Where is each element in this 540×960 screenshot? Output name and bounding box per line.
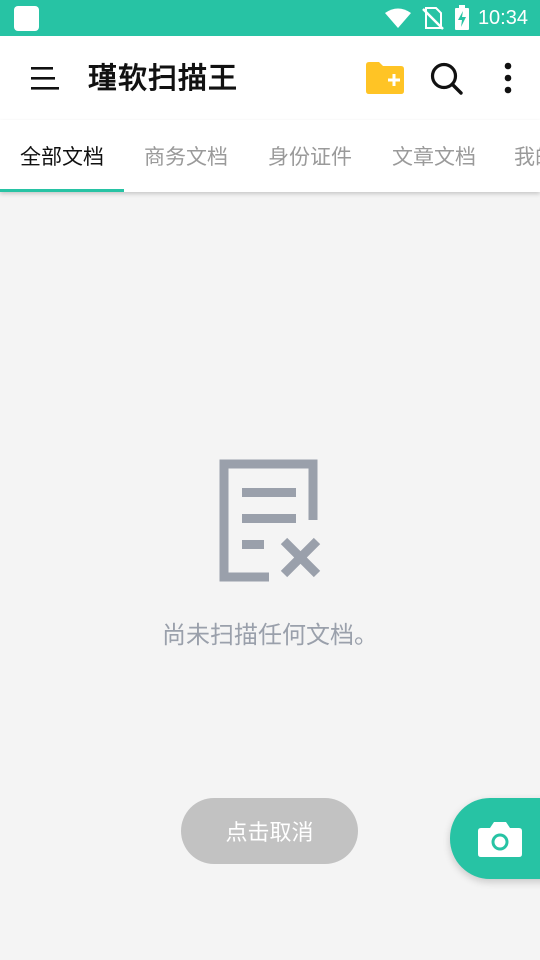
empty-state-message: 尚未扫描任何文档。 <box>162 621 378 649</box>
wifi-icon <box>384 8 411 28</box>
tab-business-documents[interactable]: 商务文档 <box>124 120 248 192</box>
search-icon <box>430 62 463 95</box>
app-screen: 10:34 瑾软扫描王 全部文档 商务文档 身份证件 文章文档 我 尚未扫描任何… <box>0 0 540 960</box>
empty-document-icon <box>219 459 321 582</box>
tab-id-documents[interactable]: 身份证件 <box>248 120 372 192</box>
no-sim-icon <box>422 7 444 30</box>
camera-scan-button[interactable] <box>450 798 540 879</box>
status-icons: 10:34 <box>384 0 528 36</box>
new-folder-button[interactable] <box>363 58 407 98</box>
more-vert-icon <box>504 62 512 94</box>
cancel-button[interactable]: 点击取消 <box>181 798 358 864</box>
app-title: 瑾软扫描王 <box>88 61 239 95</box>
tab-all-documents[interactable]: 全部文档 <box>0 120 124 192</box>
more-options-button[interactable] <box>488 58 528 98</box>
menu-button[interactable] <box>28 60 64 96</box>
search-button[interactable] <box>424 58 468 98</box>
new-folder-icon <box>366 62 404 94</box>
camera-icon <box>478 822 522 857</box>
status-time: 10:34 <box>477 6 528 29</box>
status-bar: 10:34 <box>0 0 540 36</box>
app-notification-icon <box>14 6 39 31</box>
active-tab-indicator <box>0 189 124 192</box>
tab-my-documents[interactable]: 我的 <box>496 120 540 192</box>
tab-article-documents[interactable]: 文章文档 <box>372 120 496 192</box>
category-tabs: 全部文档 商务文档 身份证件 文章文档 我的 <box>0 120 540 192</box>
app-bar: 瑾软扫描王 <box>0 36 540 120</box>
battery-charging-icon <box>454 5 469 30</box>
menu-icon <box>31 67 59 90</box>
